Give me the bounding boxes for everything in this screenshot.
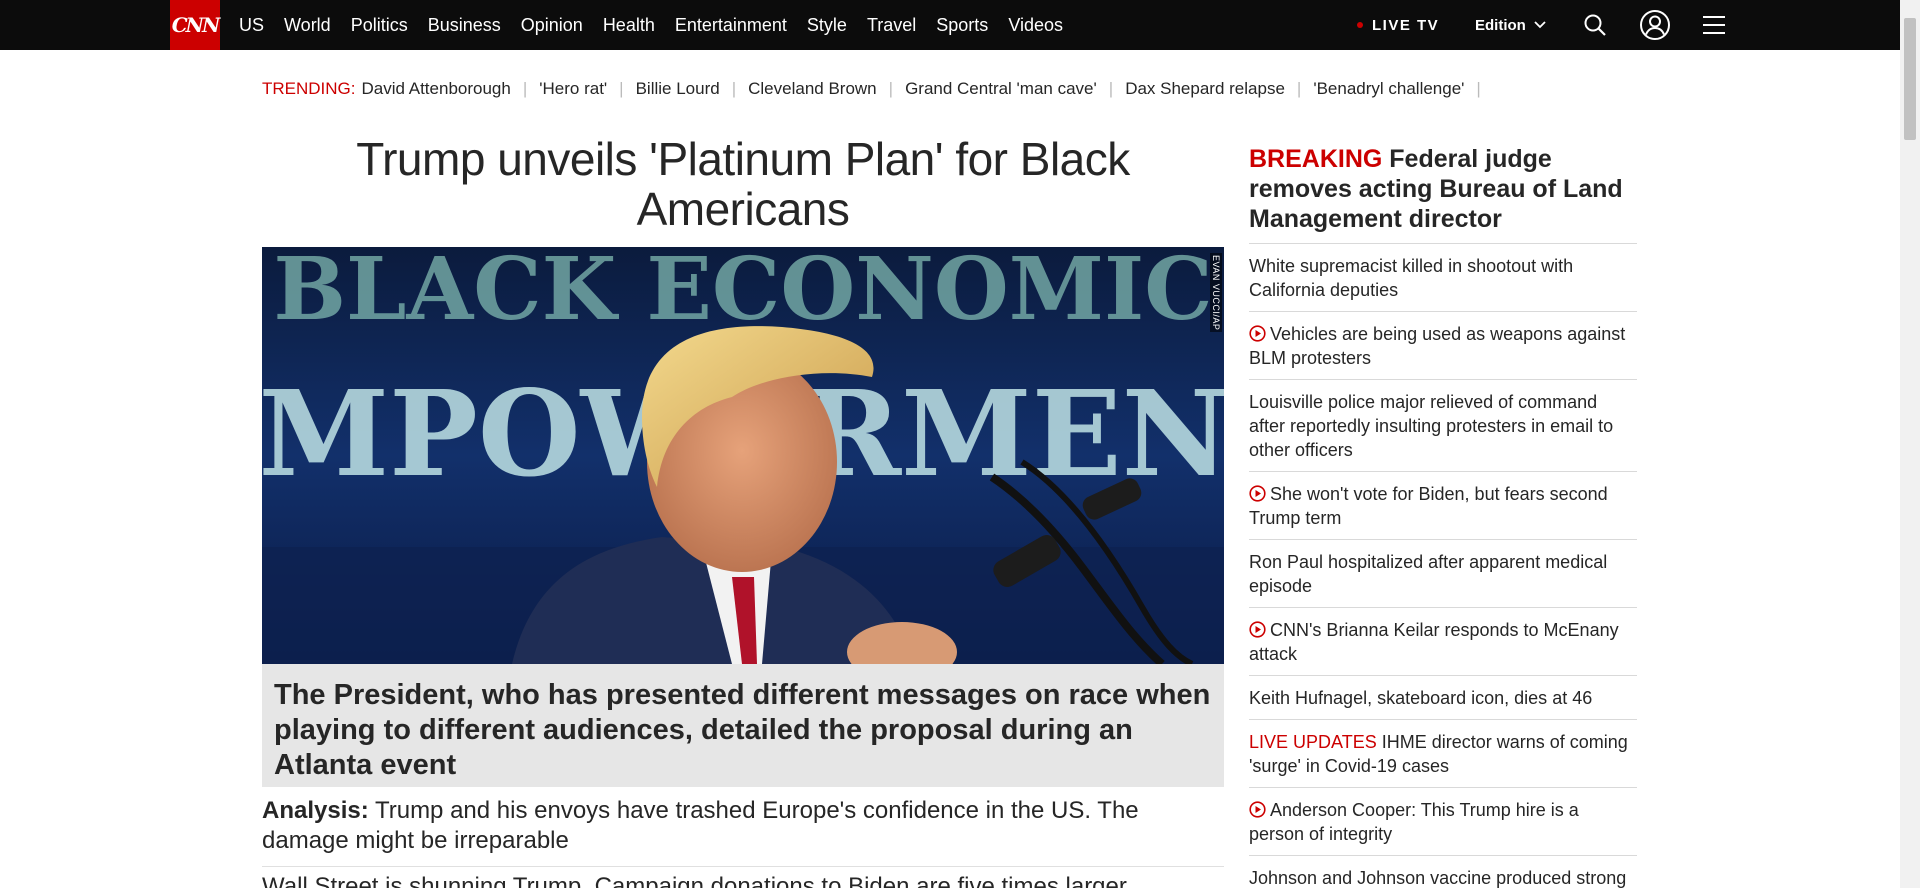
trending-item[interactable]: 'Benadryl challenge' [1313,79,1464,99]
list-item[interactable]: Ron Paul hospitalized after apparent med… [1249,539,1637,607]
live-tv-label: LIVE TV [1372,16,1440,34]
search-icon[interactable] [1581,11,1609,39]
trending-item[interactable]: Dax Shepard relapse [1125,79,1285,99]
divider [262,866,1224,867]
analysis-story[interactable]: Analysis: Trump and his envoys have tras… [262,796,1224,856]
list-item-text: Keith Hufnagel, skateboard icon, dies at… [1249,688,1593,708]
nav-link-travel[interactable]: Travel [867,15,916,36]
scrollbar-thumb[interactable] [1904,18,1916,140]
section-nav: US World Politics Business Opinion Healt… [239,0,1083,50]
trending-item[interactable]: Billie Lourd [636,79,720,99]
list-item[interactable]: Keith Hufnagel, skateboard icon, dies at… [1249,675,1637,719]
list-item[interactable]: Johnson and Johnson vaccine produced str… [1249,855,1637,888]
edition-dropdown[interactable]: Edition [1475,0,1546,50]
list-item-text: Anderson Cooper: This Trump hire is a pe… [1249,800,1579,844]
trending-separator: | [522,79,528,98]
live-dot-icon [1357,22,1363,28]
play-icon [1249,485,1266,502]
trending-item[interactable]: 'Hero rat' [539,79,607,99]
live-tv-link[interactable]: LIVE TV [1357,0,1439,50]
trending-separator: | [1108,79,1114,98]
live-updates-tag: LIVE UPDATES [1249,732,1377,752]
next-story[interactable]: Wall Street is shunning Trump. Campaign … [262,872,1224,888]
page-scrollbar[interactable] [1900,0,1920,888]
nav-link-politics[interactable]: Politics [351,15,408,36]
trending-separator: | [619,79,624,98]
chevron-down-icon [1534,21,1546,29]
analysis-text: Trump and his envoys have trashed Europe… [262,797,1139,854]
cnn-logo[interactable]: CNN [170,0,220,50]
breaking-tag: BREAKING [1249,145,1383,173]
analysis-label: Analysis: [262,797,369,824]
list-item[interactable]: Anderson Cooper: This Trump hire is a pe… [1249,787,1637,855]
nav-link-business[interactable]: Business [428,15,501,36]
list-item[interactable]: White supremacist killed in shootout wit… [1249,243,1637,311]
account-icon[interactable] [1639,9,1671,41]
list-item-text: Louisville police major relieved of comm… [1249,392,1614,460]
menu-icon[interactable] [1700,11,1728,39]
list-item-text: CNN's Brianna Keilar responds to McEnany… [1249,620,1619,664]
list-item[interactable]: She won't vote for Biden, but fears seco… [1249,471,1637,539]
trending-item[interactable]: David Attenborough [362,79,511,99]
play-icon [1249,325,1266,342]
trending-separator: | [731,79,737,98]
nav-link-entertainment[interactable]: Entertainment [675,15,787,36]
list-item-text: Vehicles are being used as weapons again… [1249,324,1626,368]
photo-credit: EVAN VUCCI/AP [1210,253,1222,333]
hero-image: BLACK ECONOMIC EMPOWERMENT [262,247,1224,664]
nav-link-opinion[interactable]: Opinion [521,15,583,36]
hero-caption[interactable]: The President, who has presented differe… [262,664,1224,787]
top-navigation: CNN US World Politics Business Opinion H… [0,0,1900,50]
play-icon [1249,801,1266,818]
nav-link-sports[interactable]: Sports [936,15,988,36]
list-item-text: White supremacist killed in shootout wit… [1249,256,1574,300]
play-icon [1249,621,1266,638]
list-item[interactable]: LIVE UPDATES IHME director warns of comi… [1249,719,1637,787]
trending-item[interactable]: Cleveland Brown [748,79,877,99]
nav-link-us[interactable]: US [239,15,264,36]
trending-separator: | [1296,79,1302,98]
list-item[interactable]: Vehicles are being used as weapons again… [1249,311,1637,379]
list-item-text: Ron Paul hospitalized after apparent med… [1249,552,1608,596]
list-item-text: She won't vote for Biden, but fears seco… [1249,484,1608,528]
hero-story[interactable]: BLACK ECONOMIC EMPOWERMENT EVAN VUCCI/AP… [262,247,1224,787]
list-item-text: Johnson and Johnson vaccine produced str… [1249,868,1627,888]
latest-news-list: White supremacist killed in shootout wit… [1249,243,1637,888]
nav-link-world[interactable]: World [284,15,331,36]
nav-link-videos[interactable]: Videos [1008,15,1063,36]
trending-item[interactable]: Grand Central 'man cave' [905,79,1097,99]
breaking-story[interactable]: BREAKING Federal judge removes acting Bu… [1249,144,1637,234]
sign-text-top: BLACK ECONOMIC [273,247,1212,340]
main-headline[interactable]: Trump unveils 'Platinum Plan' for Black … [262,134,1224,234]
nav-link-health[interactable]: Health [603,15,655,36]
trending-label: TRENDING: [262,79,356,98]
list-item[interactable]: Louisville police major relieved of comm… [1249,379,1637,471]
trending-separator: | [888,79,894,98]
trending-bar: TRENDING: David Attenborough | 'Hero rat'… [262,78,1493,100]
nav-link-style[interactable]: Style [807,15,847,36]
list-item[interactable]: CNN's Brianna Keilar responds to McEnany… [1249,607,1637,675]
trending-separator: | [1476,79,1481,98]
edition-label: Edition [1475,16,1526,34]
